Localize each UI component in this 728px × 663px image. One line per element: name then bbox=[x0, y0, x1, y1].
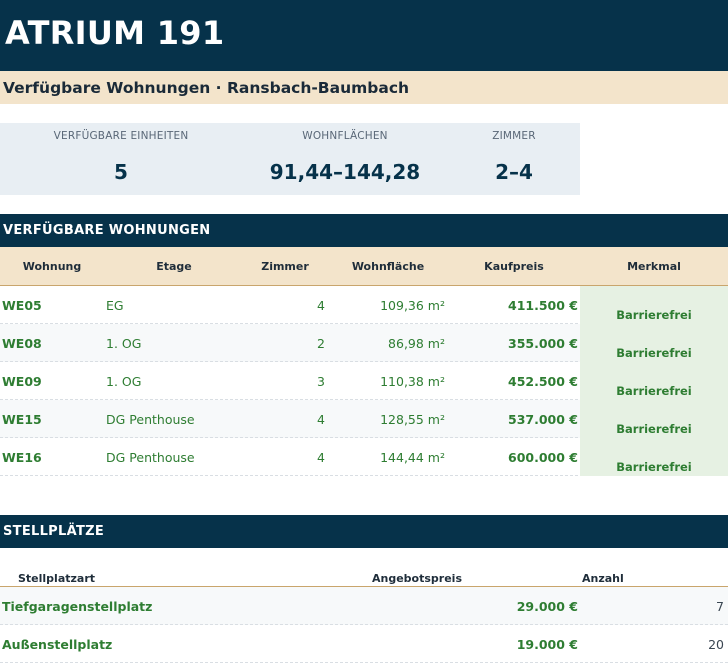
cell-parking-price: 29.000 € bbox=[516, 599, 578, 614]
table-row[interactable]: WE09 1. OG 3 110,38 m² 452.500 € Barrier… bbox=[0, 362, 728, 400]
subtitle-bar: Verfügbare Wohnungen · Ransbach-Baumbach bbox=[0, 71, 728, 104]
cell-price: 537.000 € bbox=[508, 412, 578, 427]
cell-floor: DG Penthouse bbox=[106, 450, 195, 465]
feature-badge: Barrierefrei bbox=[616, 384, 692, 398]
cell-unit: WE16 bbox=[2, 450, 42, 465]
stats-panel: VERFÜGBARE EINHEITEN 5 WOHNFLÄCHEN 91,44… bbox=[0, 123, 580, 195]
cell-unit: WE05 bbox=[2, 298, 42, 313]
page-title: ATRIUM 191 bbox=[5, 14, 225, 52]
feature-badge: Barrierefrei bbox=[616, 308, 692, 322]
section-title: VERFÜGBARE WOHNUNGEN bbox=[3, 223, 211, 238]
table-row[interactable]: WE15 DG Penthouse 4 128,55 m² 537.000 € … bbox=[0, 400, 728, 438]
apartments-table-header: Wohnung Etage Zimmer Wohnfläche Kaufprei… bbox=[0, 247, 728, 286]
stat-living-area: WOHNFLÄCHEN 91,44–144,28 bbox=[242, 123, 448, 195]
table-row[interactable]: Außenstellplatz 19.000 € 20 bbox=[0, 625, 728, 663]
section-title: STELLPLÄTZE bbox=[3, 524, 105, 539]
cell-parking-count: 7 bbox=[716, 599, 724, 614]
column-header-floor: Etage bbox=[156, 260, 192, 273]
cell-rooms: 4 bbox=[317, 412, 325, 427]
stat-value: 2–4 bbox=[495, 160, 533, 184]
cell-parking-price: 19.000 € bbox=[516, 637, 578, 652]
cell-area: 128,55 m² bbox=[380, 412, 445, 427]
cell-floor: DG Penthouse bbox=[106, 412, 195, 427]
cell-price: 411.500 € bbox=[508, 298, 578, 313]
page-subtitle: Verfügbare Wohnungen · Ransbach-Baumbach bbox=[3, 79, 410, 97]
cell-rooms: 3 bbox=[317, 374, 325, 389]
stat-label: WOHNFLÄCHEN bbox=[302, 130, 388, 142]
cell-parking-type: Tiefgaragenstellplatz bbox=[2, 599, 153, 614]
cell-feature: Barrierefrei bbox=[580, 286, 728, 324]
parking-table-header: Stellplatzart Angebotspreis Anzahl bbox=[0, 548, 728, 587]
stat-label: VERFÜGBARE EINHEITEN bbox=[53, 130, 189, 142]
cell-parking-count: 20 bbox=[708, 637, 724, 652]
table-row[interactable]: WE08 1. OG 2 86,98 m² 355.000 € Barriere… bbox=[0, 324, 728, 362]
stat-value: 5 bbox=[114, 160, 128, 184]
cell-area: 110,38 m² bbox=[380, 374, 445, 389]
cell-floor: EG bbox=[106, 298, 124, 313]
column-header-offer-price: Angebotspreis bbox=[372, 572, 462, 585]
stat-rooms: ZIMMER 2–4 bbox=[448, 123, 580, 195]
cell-floor: 1. OG bbox=[106, 336, 142, 351]
feature-badge: Barrierefrei bbox=[616, 460, 692, 474]
cell-unit: WE09 bbox=[2, 374, 42, 389]
cell-rooms: 4 bbox=[317, 450, 325, 465]
column-header-area: Wohnfläche bbox=[351, 260, 425, 273]
column-header-parking-type: Stellplatzart bbox=[18, 572, 96, 585]
cell-feature: Barrierefrei bbox=[580, 362, 728, 400]
feature-badge: Barrierefrei bbox=[616, 346, 692, 360]
title-bar: ATRIUM 191 bbox=[0, 0, 728, 71]
cell-feature: Barrierefrei bbox=[580, 400, 728, 438]
column-header-count: Anzahl bbox=[582, 572, 624, 585]
table-row[interactable]: Tiefgaragenstellplatz 29.000 € 7 bbox=[0, 587, 728, 625]
table-row[interactable]: WE05 EG 4 109,36 m² 411.500 € Barrierefr… bbox=[0, 286, 728, 324]
cell-price: 600.000 € bbox=[508, 450, 578, 465]
feature-badge: Barrierefrei bbox=[616, 422, 692, 436]
cell-parking-type: Außenstellplatz bbox=[2, 637, 113, 652]
cell-price: 452.500 € bbox=[508, 374, 578, 389]
cell-feature: Barrierefrei bbox=[580, 324, 728, 362]
cell-area: 109,36 m² bbox=[380, 298, 445, 313]
stat-value: 91,44–144,28 bbox=[269, 160, 421, 184]
section-header-apartments: VERFÜGBARE WOHNUNGEN bbox=[0, 214, 728, 247]
cell-area: 86,98 m² bbox=[388, 336, 445, 351]
column-header-rooms: Zimmer bbox=[261, 260, 309, 273]
cell-unit: WE08 bbox=[2, 336, 42, 351]
cell-floor: 1. OG bbox=[106, 374, 142, 389]
cell-price: 355.000 € bbox=[508, 336, 578, 351]
stat-label: ZIMMER bbox=[492, 130, 536, 142]
cell-rooms: 2 bbox=[317, 336, 325, 351]
section-header-parking: STELLPLÄTZE bbox=[0, 515, 728, 548]
column-header-feature: Merkmal bbox=[627, 260, 681, 273]
table-row[interactable]: WE16 DG Penthouse 4 144,44 m² 600.000 € … bbox=[0, 438, 728, 476]
cell-rooms: 4 bbox=[317, 298, 325, 313]
apartments-table-body: WE05 EG 4 109,36 m² 411.500 € Barrierefr… bbox=[0, 286, 728, 476]
cell-unit: WE15 bbox=[2, 412, 42, 427]
cell-feature: Barrierefrei bbox=[580, 438, 728, 476]
cell-area: 144,44 m² bbox=[380, 450, 445, 465]
column-header-price: Kaufpreis bbox=[484, 260, 544, 273]
column-header-unit: Wohnung bbox=[22, 260, 82, 273]
stat-units: VERFÜGBARE EINHEITEN 5 bbox=[0, 123, 242, 195]
